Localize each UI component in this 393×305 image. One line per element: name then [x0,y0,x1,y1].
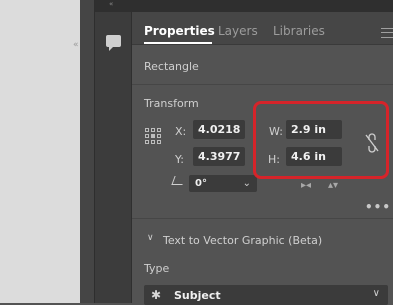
chevron-down-icon[interactable]: ∨ [147,233,154,243]
type-value: Subject [174,289,221,302]
panel-menu-icon[interactable] [381,28,393,38]
panel-header-bar [132,0,393,12]
collapse-panels-icon[interactable]: « [73,40,79,50]
chevron-down-icon: ∨ [372,288,380,299]
tab-libraries[interactable]: Libraries [273,24,325,38]
canvas-pasteboard [80,0,94,303]
rotate-icon [171,176,186,185]
y-label: Y: [175,153,184,166]
subject-icon: ✱ [151,288,162,302]
text-to-vector-section-title[interactable]: Text to Vector Graphic (Beta) [163,234,322,247]
type-dropdown[interactable]: ✱ Subject ∨ [144,285,388,305]
divider [132,84,393,85]
type-label: Type [144,262,170,275]
rotation-value: 0° [195,178,207,189]
width-height-highlight [253,101,389,179]
expand-dock-icon[interactable]: « [109,0,113,8]
document-canvas[interactable]: « [0,0,94,303]
x-label: X: [175,125,187,138]
transform-section-title: Transform [144,97,199,110]
y-position-field[interactable]: 4.3977 in [193,147,245,166]
chevron-down-icon: ⌄ [242,178,251,189]
properties-panel: Properties Layers Libraries Rectangle Tr… [131,0,393,305]
flip-horizontal-icon[interactable]: ▸◂ [301,180,311,191]
active-tab-indicator [144,42,212,44]
rotation-dropdown[interactable]: 0° ⌄ [189,175,257,192]
more-options-icon[interactable]: ••• [365,200,391,214]
panel-tabs: Properties Layers Libraries [132,12,393,45]
flip-vertical-icon[interactable]: ▴▾ [328,180,338,191]
collapsed-panel-dock: « [94,0,132,303]
comment-icon[interactable] [106,35,121,51]
reference-point-icon[interactable] [145,128,161,148]
tab-layers[interactable]: Layers [218,24,258,38]
artboard[interactable] [0,0,80,303]
x-position-field[interactable]: 4.0218 in [193,120,245,139]
tab-properties[interactable]: Properties [144,24,215,38]
divider [132,218,393,219]
object-type-label: Rectangle [144,60,199,73]
